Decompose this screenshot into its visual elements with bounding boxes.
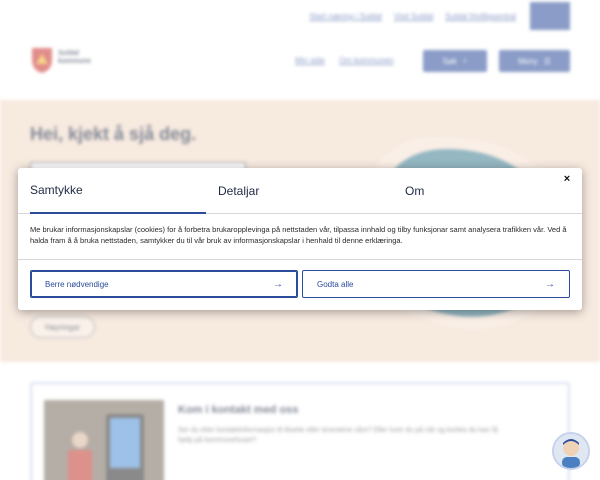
logo-text: Suldal kommune xyxy=(58,50,92,65)
tab-details[interactable]: Detaljar xyxy=(218,168,259,214)
contact-text: Ser du etter kontaktinformasjon til tils… xyxy=(178,427,498,444)
language-button[interactable] xyxy=(530,2,570,30)
cookie-consent-dialog: Samtykke Detaljar Om × Me brukar informa… xyxy=(18,168,582,310)
search-icon: ⌕ xyxy=(462,56,468,65)
menu-button[interactable]: Meny ☰ xyxy=(499,50,570,72)
arrow-right-icon: → xyxy=(545,278,555,290)
divider xyxy=(18,259,582,260)
tab-consent[interactable]: Samtykke xyxy=(30,168,206,214)
hero-title: Hei, kjekt å sjå deg. xyxy=(30,124,197,144)
about-municipality-link[interactable]: Om kommunen xyxy=(339,56,394,65)
top-links: Start næring i Suldal Visit Suldal Sulda… xyxy=(309,12,516,21)
chatbot-button[interactable] xyxy=(552,432,590,470)
chatbot-avatar-icon xyxy=(554,434,588,468)
top-link-volunteer[interactable]: Suldal frivilligsentral xyxy=(445,12,516,21)
consultations-chip[interactable]: Høyringar xyxy=(30,316,96,338)
top-link-business[interactable]: Start næring i Suldal xyxy=(309,12,381,21)
arrow-right-icon: → xyxy=(273,278,283,290)
my-page-link[interactable]: Min side xyxy=(295,56,325,65)
top-bar: Start næring i Suldal Visit Suldal Sulda… xyxy=(0,0,600,36)
search-button[interactable]: Søk ⌕ xyxy=(423,50,487,72)
municipality-logo[interactable] xyxy=(30,46,54,74)
accept-all-button[interactable]: Godta alle → xyxy=(302,270,570,298)
tab-about[interactable]: Om xyxy=(405,168,424,214)
site-header: Suldal kommune Min side Om kommunen Søk … xyxy=(0,36,600,100)
consent-tabs: Samtykke Detaljar Om × xyxy=(18,168,582,214)
top-link-visit[interactable]: Visit Suldal xyxy=(394,12,433,21)
necessary-only-button[interactable]: Berre nødvendige → xyxy=(30,270,298,298)
contact-photo xyxy=(44,400,164,480)
close-icon[interactable]: × xyxy=(560,172,574,186)
contact-title: Kom i kontakt med oss xyxy=(178,404,299,416)
menu-icon: ☰ xyxy=(543,56,551,66)
contact-photo-image xyxy=(44,400,164,480)
contact-card[interactable]: Kom i kontakt med oss Ser du etter konta… xyxy=(30,382,570,480)
consent-description: Me brukar informasjonskapslar (cookies) … xyxy=(30,225,567,245)
